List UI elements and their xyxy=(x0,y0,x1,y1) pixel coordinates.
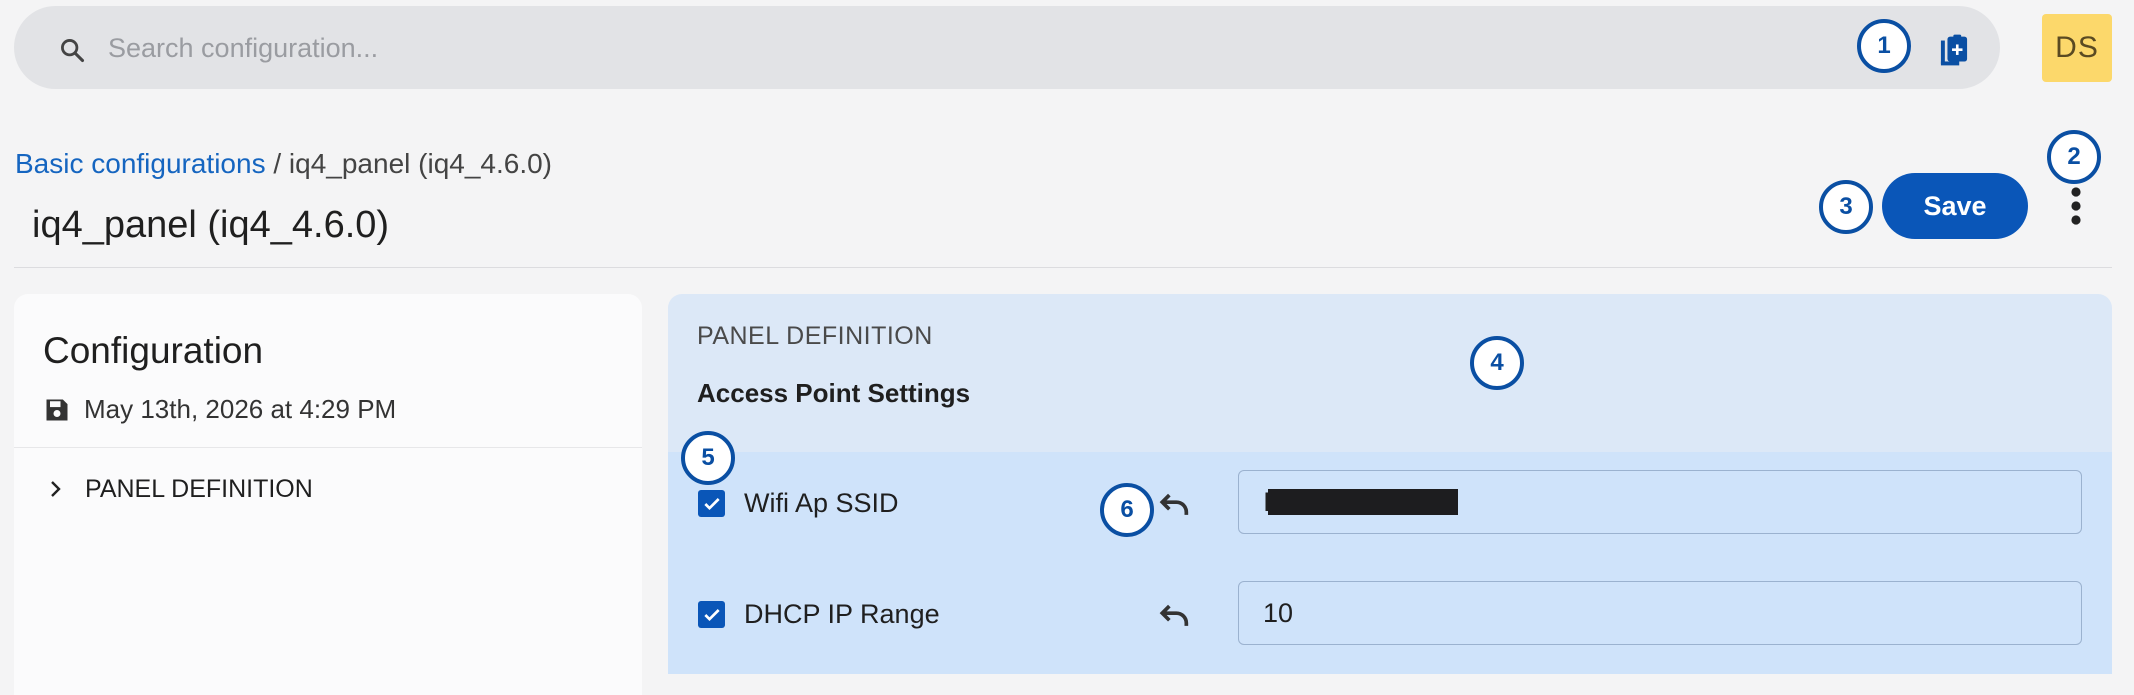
section-heading: PANEL DEFINITION xyxy=(697,322,933,350)
settings-group: Wifi Ap SSID DHCP IP Range xyxy=(668,452,2112,674)
setting-row-wifi-ap-ssid: Wifi Ap SSID xyxy=(668,470,2112,540)
wifi-ap-ssid-label: Wifi Ap SSID xyxy=(744,488,899,518)
more-vertical-icon[interactable] xyxy=(2060,186,2092,226)
sidebar-item-label: PANEL DEFINITION xyxy=(85,474,313,503)
chevron-right-icon xyxy=(51,481,61,497)
search-input[interactable] xyxy=(108,26,1808,70)
check-icon xyxy=(703,497,720,510)
undo-icon[interactable] xyxy=(1158,601,1192,631)
clipboard-paste-icon[interactable] xyxy=(1938,34,1970,68)
redaction-block xyxy=(1268,489,1458,515)
wifi-ap-ssid-checkbox[interactable] xyxy=(698,490,725,517)
undo-icon[interactable] xyxy=(1158,490,1192,520)
annotation-marker-4: 4 xyxy=(1470,336,1524,390)
breadcrumb-current: iq4_panel (iq4_4.6.0) xyxy=(288,148,553,179)
page-title: iq4_panel (iq4_4.6.0) xyxy=(32,204,390,246)
save-button[interactable]: Save xyxy=(1882,173,2028,239)
annotation-marker-6: 6 xyxy=(1100,483,1154,537)
annotation-marker-2: 2 xyxy=(2047,130,2101,184)
check-icon xyxy=(703,608,720,621)
breadcrumb-link-basic-configurations[interactable]: Basic configurations xyxy=(15,148,266,179)
configuration-card: Configuration May 13th, 2026 at 4:29 PM … xyxy=(14,294,642,695)
search-bar[interactable] xyxy=(14,6,2000,89)
configuration-title: Configuration xyxy=(43,330,264,371)
saved-timestamp: May 13th, 2026 at 4:29 PM xyxy=(84,394,397,424)
avatar[interactable]: DS xyxy=(2042,14,2112,82)
breadcrumb-separator: / xyxy=(265,148,289,179)
panel-definition-section: PANEL DEFINITION Access Point Settings W… xyxy=(668,294,2112,674)
section-subheading: Access Point Settings xyxy=(697,378,971,408)
setting-row-dhcp-ip-range: DHCP IP Range xyxy=(668,581,2112,651)
header-divider xyxy=(14,267,2112,268)
dhcp-ip-range-label: DHCP IP Range xyxy=(744,599,940,629)
dhcp-ip-range-checkbox[interactable] xyxy=(698,601,725,628)
breadcrumb: Basic configurations / iq4_panel (iq4_4.… xyxy=(15,148,552,180)
dhcp-ip-range-input[interactable] xyxy=(1238,581,2082,645)
search-icon xyxy=(61,39,85,63)
annotation-marker-1: 1 xyxy=(1857,19,1911,73)
card-divider xyxy=(14,447,642,448)
annotation-marker-3: 3 xyxy=(1819,180,1873,234)
sidebar-item-panel-definition[interactable]: PANEL DEFINITION xyxy=(43,469,313,509)
save-disk-icon xyxy=(46,399,68,421)
annotation-marker-5: 5 xyxy=(681,431,735,485)
